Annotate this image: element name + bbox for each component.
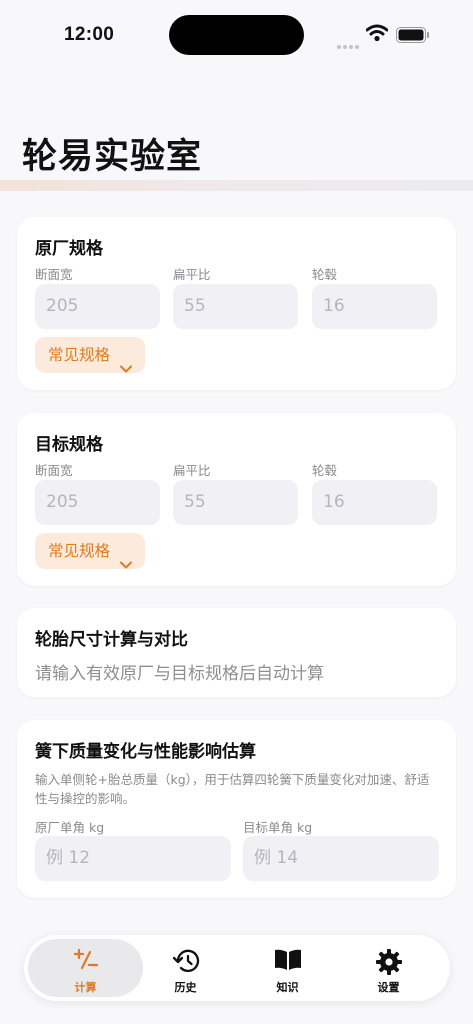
gear-icon <box>375 948 403 980</box>
status-time: 12:00 <box>64 24 115 45</box>
cellular-signal-icon <box>336 35 360 54</box>
unsprung-mass-description: 输入单侧轮+胎总质量（kg），用于估算四轮簧下质量变化对加速、舒适性与操控的影响… <box>35 772 430 806</box>
battery-icon <box>396 27 430 47</box>
unsprung-mass-card: 簧下质量变化与性能影响估算 输入单侧轮+胎总质量（kg），用于估算四轮簧下质量变… <box>17 720 456 898</box>
target-spec-card: 目标规格 断面宽 扁平比 轮毂 205 55 16 常见规格 <box>17 413 456 586</box>
tab-settings[interactable]: 设置 <box>331 939 446 997</box>
chevron-down-icon <box>120 350 132 386</box>
chevron-down-icon <box>120 546 132 582</box>
original-common-specs-button[interactable]: 常见规格 <box>35 337 145 373</box>
tab-calculate[interactable]: 计算 <box>28 939 143 997</box>
tab-label: 知识 <box>276 981 299 994</box>
unsprung-mass-title: 簧下质量变化与性能影响估算 <box>35 742 256 762</box>
original-mass-label: 原厂单角 kg <box>35 820 105 835</box>
calculate-icon <box>73 948 99 976</box>
section-width-label: 断面宽 <box>35 463 73 478</box>
original-rim-input[interactable]: 16 <box>312 284 437 329</box>
wifi-icon <box>365 24 389 46</box>
aspect-ratio-label: 扁平比 <box>173 463 211 478</box>
original-spec-title: 原厂规格 <box>35 239 103 259</box>
original-mass-input[interactable]: 例 12 <box>35 836 231 881</box>
page-title: 轮易实验室 <box>22 137 203 177</box>
size-compare-title: 轮胎尺寸计算与对比 <box>35 630 188 650</box>
target-rim-input[interactable]: 16 <box>312 480 437 525</box>
tab-knowledge[interactable]: 知识 <box>230 939 345 997</box>
header-divider <box>0 180 473 191</box>
original-section-width-input[interactable]: 205 <box>35 284 160 329</box>
tab-label: 历史 <box>174 981 197 994</box>
common-specs-label: 常见规格 <box>48 346 111 364</box>
tab-history[interactable]: 历史 <box>128 939 243 997</box>
book-icon <box>273 948 303 976</box>
target-spec-title: 目标规格 <box>35 435 103 455</box>
tab-label: 计算 <box>74 981 97 994</box>
status-bar: 12:00 <box>0 0 473 70</box>
section-width-label: 断面宽 <box>35 267 73 282</box>
target-mass-input[interactable]: 例 14 <box>243 836 439 881</box>
dynamic-island <box>169 15 304 55</box>
tab-bar: 计算 历史 知识 设置 <box>24 935 450 1001</box>
original-spec-card: 原厂规格 断面宽 扁平比 轮毂 205 55 16 常见规格 <box>17 217 456 390</box>
tab-label: 设置 <box>377 981 400 994</box>
target-common-specs-button[interactable]: 常见规格 <box>35 533 145 569</box>
size-compare-hint: 请输入有效原厂与目标规格后自动计算 <box>35 664 324 684</box>
target-section-width-input[interactable]: 205 <box>35 480 160 525</box>
target-mass-label: 目标单角 kg <box>243 820 313 835</box>
size-compare-card: 轮胎尺寸计算与对比 请输入有效原厂与目标规格后自动计算 <box>17 608 456 697</box>
rim-label: 轮毂 <box>312 463 338 478</box>
rim-label: 轮毂 <box>312 267 338 282</box>
history-icon <box>172 948 200 978</box>
original-aspect-ratio-input[interactable]: 55 <box>173 284 298 329</box>
common-specs-label: 常见规格 <box>48 542 111 560</box>
target-aspect-ratio-input[interactable]: 55 <box>173 480 298 525</box>
aspect-ratio-label: 扁平比 <box>173 267 211 282</box>
